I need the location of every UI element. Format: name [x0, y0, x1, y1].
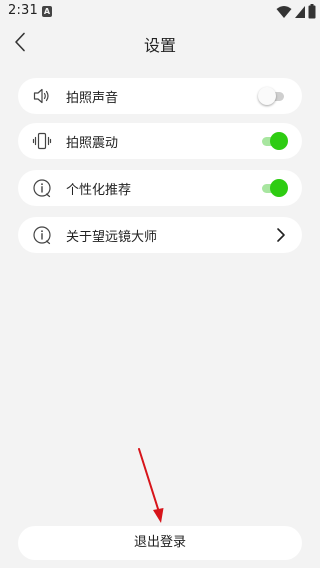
settings-row-label: 拍照震动 — [66, 136, 119, 151]
toggle-knob — [270, 132, 288, 150]
settings-row-label: 个性化推荐 — [66, 183, 132, 198]
annotation-arrow — [138, 448, 164, 523]
settings-row-about[interactable]: 关于望远镜大师 — [18, 217, 302, 253]
nav-bar: 设置 — [0, 24, 320, 60]
settings-row-personalized-recommendation: 个性化推荐 — [18, 170, 302, 206]
toggle-knob — [270, 179, 288, 197]
speaker-icon — [33, 88, 49, 104]
shutter-sound-toggle[interactable] — [258, 87, 288, 105]
personalized-recommendation-toggle[interactable] — [258, 179, 288, 197]
toggle-knob — [258, 87, 276, 105]
wifi-icon — [276, 5, 292, 18]
info-icon — [33, 226, 51, 245]
settings-row-label: 拍照声音 — [66, 91, 119, 106]
shutter-vibrate-toggle[interactable] — [258, 132, 288, 150]
settings-row-shutter-vibrate: 拍照震动 — [18, 123, 302, 159]
info-icon — [33, 179, 51, 198]
logout-button[interactable]: 退出登录 — [18, 526, 302, 560]
settings-row-label: 关于望远镜大师 — [66, 230, 158, 245]
notification-icon: A — [42, 6, 52, 17]
battery-icon — [308, 4, 316, 19]
signal-icon — [295, 5, 305, 18]
vibrate-icon — [32, 132, 52, 150]
chevron-right-icon — [277, 228, 285, 242]
status-icons — [276, 4, 316, 19]
settings-row-shutter-sound: 拍照声音 — [18, 78, 302, 114]
status-bar: 2:31 A — [0, 0, 320, 24]
page-title: 设置 — [143, 36, 176, 55]
status-time: 2:31 — [8, 3, 38, 18]
